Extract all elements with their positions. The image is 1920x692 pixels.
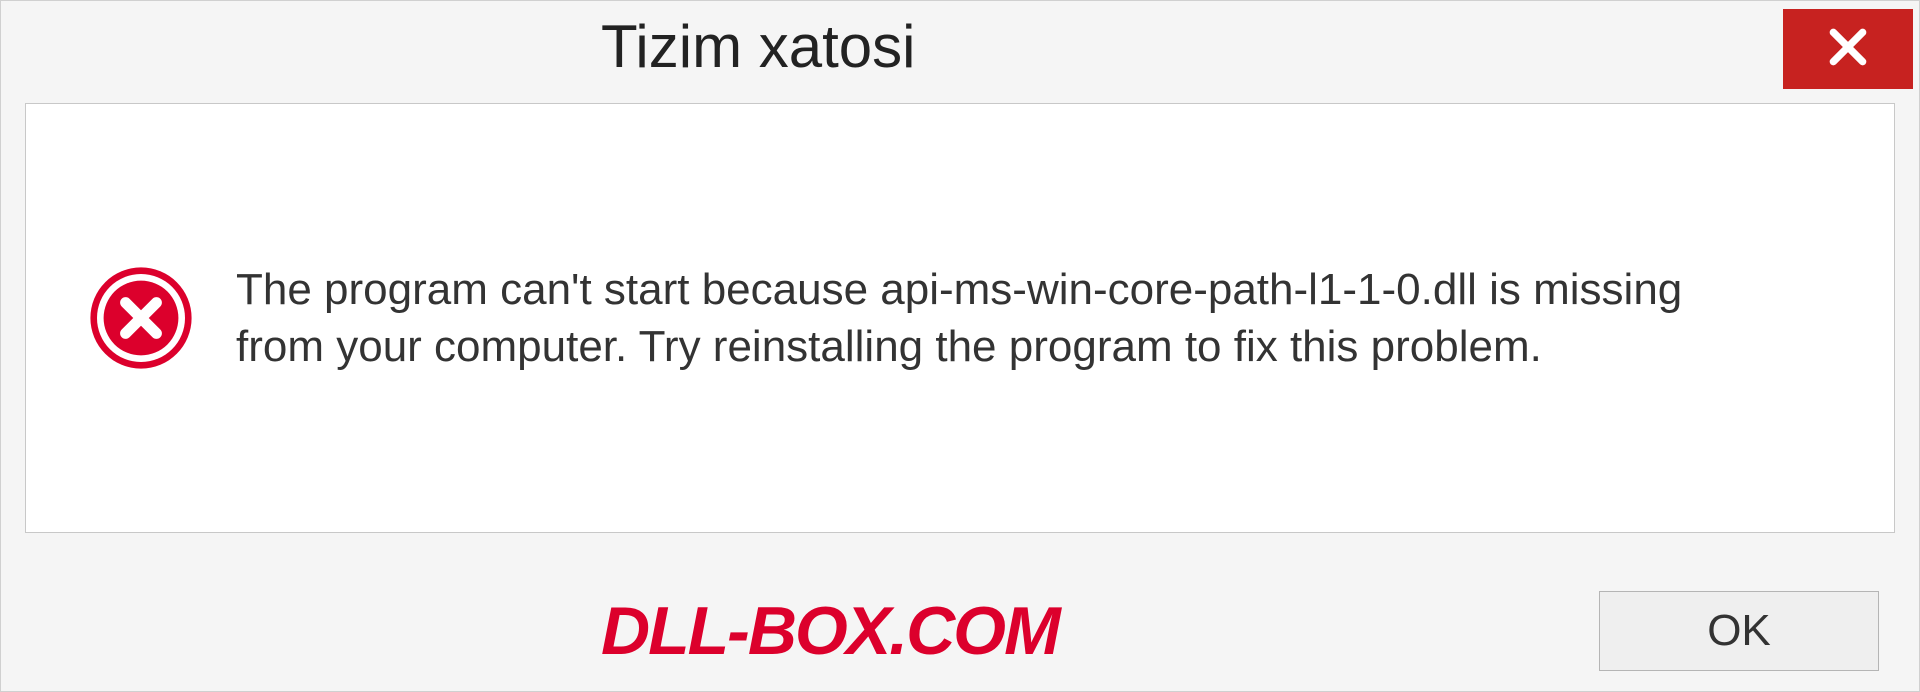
error-dialog: Tizim xatosi The program can't start bec… [0,0,1920,692]
close-icon [1826,25,1870,74]
close-button[interactable] [1783,9,1913,89]
content-panel: The program can't start because api-ms-w… [25,103,1895,533]
watermark-text: DLL-BOX.COM [601,592,1059,670]
error-message: The program can't start because api-ms-w… [236,261,1756,375]
ok-button[interactable]: OK [1599,591,1879,671]
title-bar: Tizim xatosi [1,1,1919,91]
error-icon [86,263,196,373]
dialog-footer: DLL-BOX.COM OK [1,591,1919,671]
dialog-title: Tizim xatosi [601,12,915,81]
